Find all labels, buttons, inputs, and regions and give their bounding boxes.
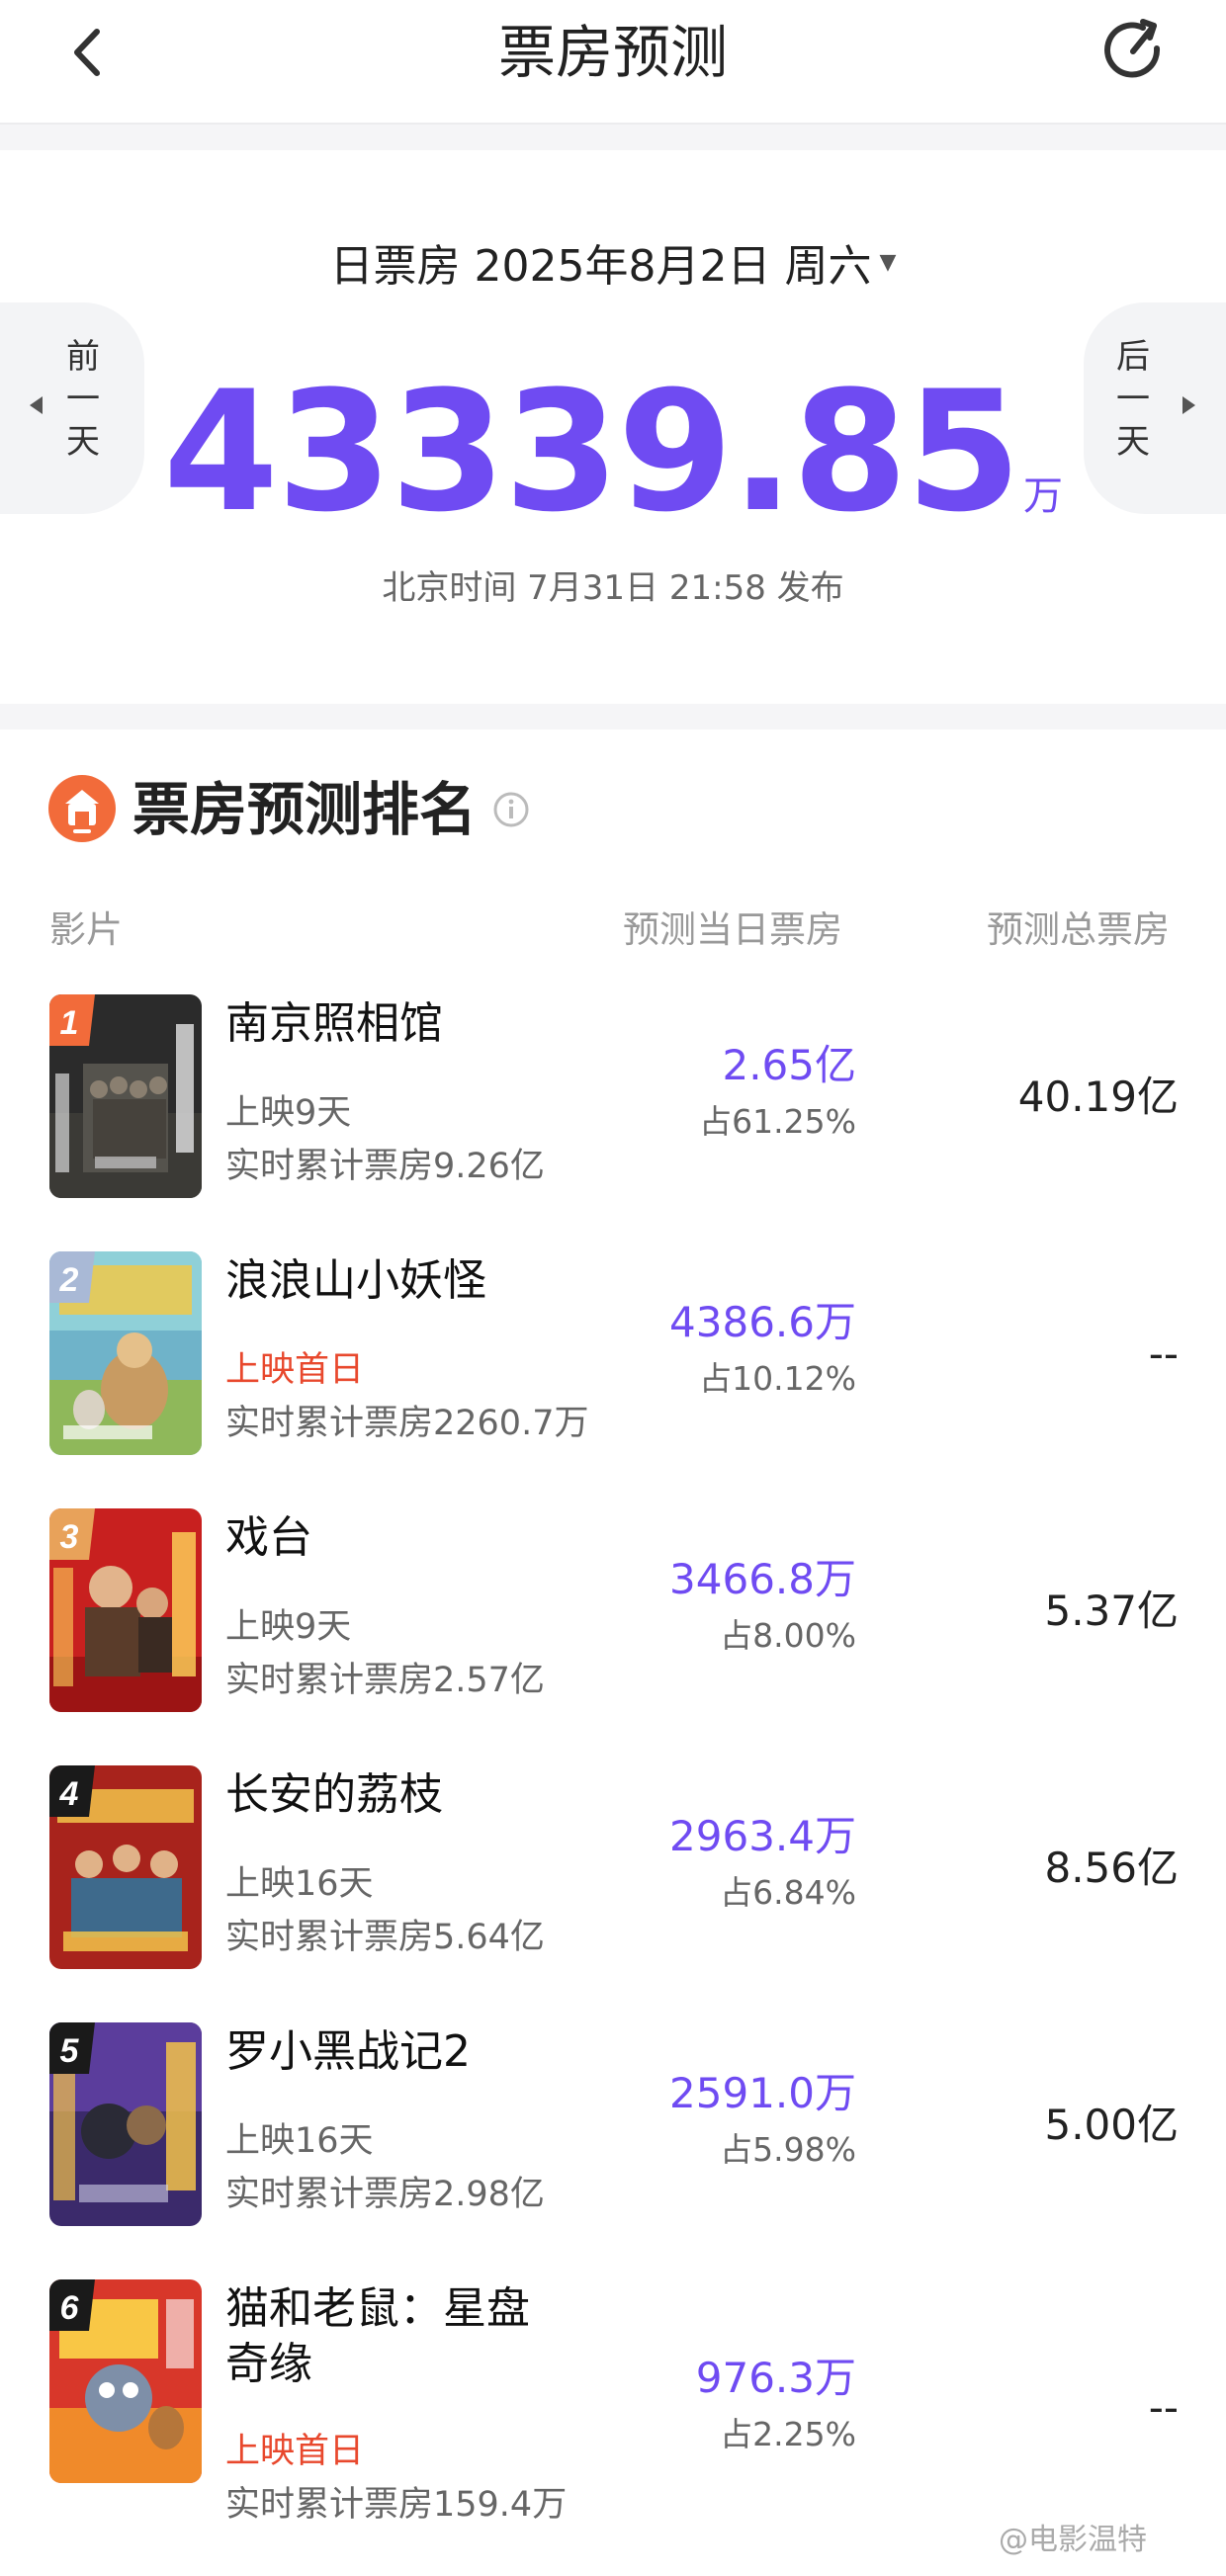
film-poster[interactable]: 5 — [49, 2022, 202, 2226]
release-status: 上映16天 — [225, 1864, 374, 1904]
day-forecast-value: 976.3万 — [695, 2354, 856, 2402]
column-header-total-forecast: 预测总票房 — [987, 908, 1170, 951]
refresh-icon — [1104, 19, 1161, 78]
daily-total-value: 43339.85 — [162, 355, 1021, 549]
rank-badge: 1 — [49, 994, 95, 1046]
top-bar: 票房预测 — [0, 0, 1226, 125]
ranking-section: 票房预测排名 影片 预测当日票房 预测总票房 1 南京照相馆 上映9天 实时累计… — [0, 730, 1226, 2576]
daily-total-unit: 万 — [1023, 473, 1064, 519]
film-row[interactable]: 5 罗小黑战记2 上映16天 实时累计票房2.98亿 2591.0万 占5.98… — [0, 2022, 1226, 2230]
film-row[interactable]: 3 戏台 上映9天 实时累计票房2.57亿 3466.8万 占8.00% 5.3… — [0, 1508, 1226, 1716]
film-poster[interactable]: 2 — [49, 1251, 202, 1455]
daily-total: 43339.85 万 — [0, 358, 1226, 590]
release-status: 上映9天 — [225, 1093, 352, 1133]
day-forecast-value: 2963.4万 — [669, 1812, 856, 1860]
rank-number: 4 — [59, 1775, 79, 1813]
box-office-icon — [48, 775, 116, 842]
day-forecast-value: 3466.8万 — [669, 1555, 856, 1603]
day-forecast-share: 占5.98% — [720, 2130, 856, 2169]
date-label: 日票房 2025年8月2日 周六 — [329, 241, 872, 292]
refresh-button[interactable] — [1099, 16, 1169, 85]
release-status: 上映9天 — [225, 1607, 352, 1647]
day-forecast-value: 2.65亿 — [722, 1041, 856, 1089]
rank-badge: 6 — [49, 2279, 95, 2331]
cumulative-box-office: 实时累计票房2.98亿 — [225, 2175, 545, 2214]
date-selector[interactable]: 日票房 2025年8月2日 周六 ▼ — [0, 237, 1226, 299]
rank-number: 5 — [60, 2032, 80, 2070]
release-status: 上映首日 — [225, 2432, 365, 2471]
rank-badge: 4 — [49, 1765, 95, 1817]
film-title[interactable]: 浪浪山小妖怪 — [225, 1253, 601, 1309]
rank-badge: 5 — [49, 2022, 95, 2074]
total-forecast-value: 40.19亿 — [1017, 1073, 1179, 1121]
total-forecast-value: 5.00亿 — [1044, 2101, 1179, 2149]
total-forecast-value: 8.56亿 — [1044, 1844, 1179, 1892]
total-forecast-value: 5.37亿 — [1044, 1587, 1179, 1635]
ranking-title: 票房预测排名 — [132, 776, 478, 843]
film-title[interactable]: 戏台 — [225, 1510, 601, 1566]
day-forecast-share: 占10.12% — [699, 1359, 856, 1398]
day-forecast-share: 占8.00% — [720, 1616, 856, 1655]
film-row[interactable]: 6 猫和老鼠：星盘奇缘 上映首日 实时累计票房159.4万 976.3万 占2.… — [0, 2279, 1226, 2536]
film-poster[interactable]: 4 — [49, 1765, 202, 1969]
rank-badge: 2 — [49, 1251, 95, 1303]
column-header-film: 影片 — [49, 908, 123, 951]
rank-number: 2 — [59, 1261, 79, 1299]
day-forecast-value: 4386.6万 — [669, 1298, 856, 1346]
cumulative-box-office: 实时累计票房2260.7万 — [225, 1404, 589, 1443]
cumulative-box-office: 实时累计票房5.64亿 — [225, 1918, 545, 1957]
rank-number: 3 — [60, 1518, 79, 1556]
column-header-day-forecast: 预测当日票房 — [623, 908, 842, 951]
film-row[interactable]: 2 浪浪山小妖怪 上映首日 实时累计票房2260.7万 4386.6万 占10.… — [0, 1251, 1226, 1459]
film-row[interactable]: 4 长安的荔枝 上映16天 实时累计票房5.64亿 2963.4万 占6.84%… — [0, 1765, 1226, 1973]
caret-down-icon: ▼ — [879, 250, 897, 275]
film-title[interactable]: 南京照相馆 — [225, 996, 601, 1052]
film-title[interactable]: 猫和老鼠：星盘奇缘 — [225, 2281, 562, 2392]
day-forecast-value: 2591.0万 — [669, 2069, 856, 2117]
day-forecast-share: 占2.25% — [720, 2415, 856, 2453]
release-status: 上映16天 — [225, 2121, 374, 2161]
total-forecast-value: -- — [1148, 2383, 1179, 2432]
rank-number: 1 — [60, 1004, 79, 1042]
section-divider — [0, 125, 1226, 150]
total-forecast-value: -- — [1148, 1330, 1179, 1378]
day-forecast-share: 占6.84% — [720, 1873, 856, 1912]
rank-badge: 3 — [49, 1508, 95, 1560]
film-poster[interactable]: 1 — [49, 994, 202, 1198]
film-poster[interactable]: 3 — [49, 1508, 202, 1712]
page-title: 票房预测 — [497, 19, 728, 86]
release-status: 上映首日 — [225, 1350, 365, 1390]
daily-summary-card: 日票房 2025年8月2日 周六 ▼ 前一天 后一天 43339.85 万 北京时间… — [0, 150, 1226, 704]
cumulative-box-office: 实时累计票房159.4万 — [225, 2485, 568, 2525]
film-row[interactable]: 1 南京照相馆 上映9天 实时累计票房9.26亿 2.65亿 占61.25% 4… — [0, 994, 1226, 1202]
publish-time: 北京时间 7月31日 21:58 发布 — [382, 568, 844, 608]
rank-number: 6 — [60, 2289, 80, 2327]
watermark: @电影温特 — [999, 2523, 1147, 2557]
film-title[interactable]: 罗小黑战记2 — [225, 2024, 601, 2080]
section-divider — [0, 704, 1226, 730]
cumulative-box-office: 实时累计票房2.57亿 — [225, 1661, 545, 1700]
film-title[interactable]: 长安的荔枝 — [225, 1767, 601, 1823]
info-icon[interactable] — [492, 791, 530, 828]
day-forecast-share: 占61.25% — [699, 1102, 856, 1141]
cumulative-box-office: 实时累计票房9.26亿 — [225, 1147, 545, 1186]
film-poster[interactable]: 6 — [49, 2279, 202, 2483]
